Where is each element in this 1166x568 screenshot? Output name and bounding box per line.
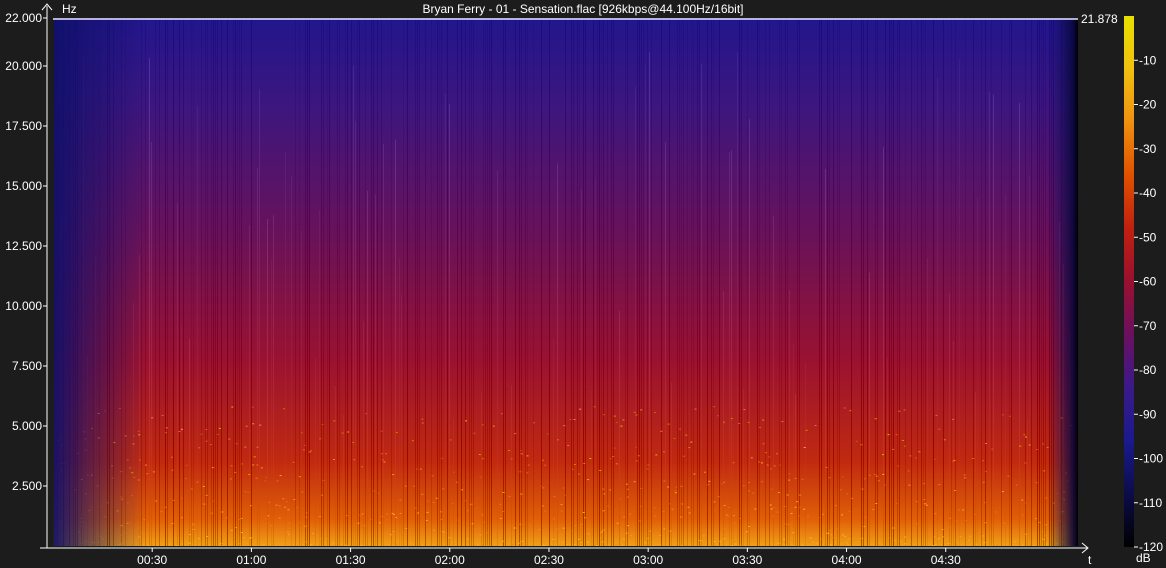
colorbar-tick-label: -100 [1139,452,1163,466]
colorbar-gradient [1124,16,1134,547]
x-tick-label: 03:30 [732,553,762,567]
x-tick-label: 02:00 [435,553,465,567]
x-tick-label: 01:00 [236,553,266,567]
colorbar-tick-label: -110 [1139,496,1162,510]
y-axis-unit: Hz [62,2,77,16]
y-tick-label: 20.000 [5,59,42,73]
colorbar-unit: dB [1136,551,1151,565]
y-tick-label: 10.000 [5,299,42,313]
colorbar: -10-20-30-40-50-60-70-80-90-100-110-120 … [1124,16,1163,565]
y-ticks: 2.500 5.000 7.500 10.000 12.500 15.000 17.500 2… [5,11,47,493]
x-tick-label: 04:30 [931,553,961,567]
cutoff-label: 21.878 [1081,12,1118,26]
spectrogram-image [53,18,1078,546]
colorbar-tick-label: -40 [1139,186,1157,200]
x-tick-label: 03:00 [633,553,663,567]
x-tick-label: 00:30 [137,553,167,567]
y-tick-label: 12.500 [5,239,42,253]
y-tick-label: 17.500 [5,119,42,133]
colorbar-tick-label: -20 [1139,98,1157,112]
colorbar-tick-label: -50 [1139,230,1157,244]
spectrogram-edge-fade [53,18,1078,546]
x-tick-label: 01:30 [336,553,366,567]
colorbar-ticks: -10-20-30-40-50-60-70-80-90-100-110-120 [1134,53,1163,554]
y-tick-label: 7.500 [12,359,42,373]
x-axis: t 00:30 01:00 01:30 02:00 02:30 03:00 03:30 04:… [40,542,1092,567]
colorbar-tick-label: -60 [1139,275,1157,289]
colorbar-tick-label: -80 [1139,363,1157,377]
y-tick-label: 2.500 [12,479,42,493]
y-tick-label: 22.000 [5,11,42,25]
x-axis-unit: t [1088,553,1092,567]
y-tick-label: 15.000 [5,179,42,193]
x-tick-label: 02:30 [534,553,564,567]
x-tick-label: 04:00 [832,553,862,567]
colorbar-tick-label: -90 [1139,407,1157,421]
spectrogram-chart: 21.878 Bryan Ferry - 01 - Sensation.flac… [5,2,1163,567]
colorbar-tick-label: -10 [1139,53,1157,67]
colorbar-tick-label: -30 [1139,142,1157,156]
y-tick-label: 5.000 [12,419,42,433]
colorbar-tick-label: -70 [1139,319,1157,333]
x-ticks: 00:30 01:00 01:30 02:00 02:30 03:00 03:30 04:00… [137,548,961,567]
chart-title: Bryan Ferry - 01 - Sensation.flac [926kb… [422,2,743,16]
